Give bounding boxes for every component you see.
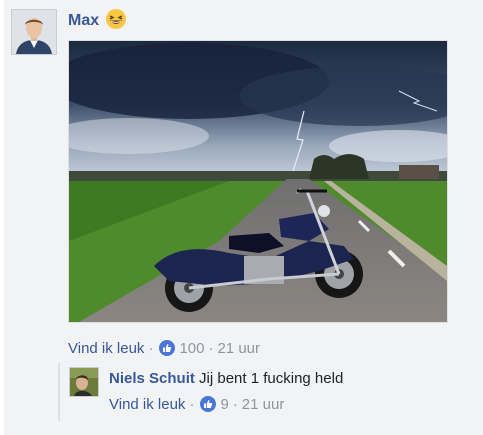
thumbs-up-icon[interactable] <box>200 396 217 412</box>
separator: · <box>232 395 238 413</box>
reply-like-link[interactable]: Vind ik leuk <box>109 396 185 413</box>
reply-author-name[interactable]: Niels Schuit <box>109 370 195 387</box>
reply-thread-line <box>58 363 60 421</box>
grinning-squinting-face-icon <box>105 8 127 35</box>
post-author-name[interactable]: Max <box>68 12 99 30</box>
separator: · <box>208 339 214 357</box>
author-avatar[interactable] <box>11 9 57 55</box>
reply-actions: Vind ik leuk · 9 · 21 uur <box>109 394 284 414</box>
reply-body: Niels Schuit Jij bent 1 fucking held <box>109 370 343 387</box>
post-actions: Vind ik leuk · 100 · 21 uur <box>68 338 260 358</box>
reply-avatar[interactable] <box>69 367 99 397</box>
post-reaction-count[interactable]: 100 <box>179 340 204 357</box>
separator: · <box>148 339 154 357</box>
reply-text: Jij bent 1 fucking held <box>199 370 344 387</box>
thumbs-up-icon[interactable] <box>159 340 176 356</box>
post-timestamp[interactable]: 21 uur <box>217 340 260 357</box>
post-photo[interactable] <box>68 40 448 323</box>
separator: · <box>189 395 195 413</box>
post-author-line: Max <box>68 8 127 31</box>
post-like-link[interactable]: Vind ik leuk <box>68 340 144 357</box>
reply-reaction-count[interactable]: 9 <box>220 396 228 413</box>
reply-timestamp[interactable]: 21 uur <box>242 396 285 413</box>
